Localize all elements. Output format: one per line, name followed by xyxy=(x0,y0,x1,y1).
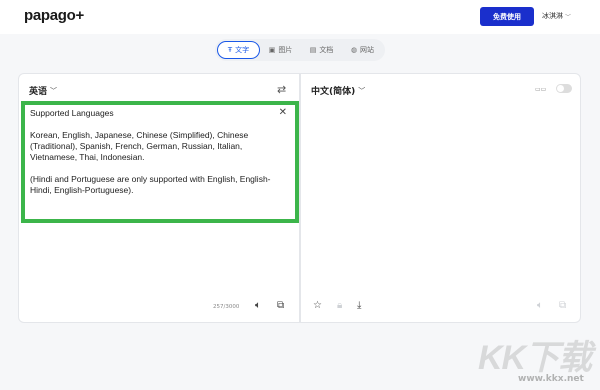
target-language-label: 中文(简体) xyxy=(311,87,356,97)
image-icon: ▣ xyxy=(268,46,276,54)
clear-text-icon[interactable]: ✕ xyxy=(279,107,287,118)
papago-logo[interactable]: papago+ xyxy=(24,7,84,24)
target-language-select[interactable]: 中文(简体) ﹀ xyxy=(311,84,366,98)
mode-tabs: Ŧ 文字 ▣ 图片 ▤ 文档 ◍ 网站 xyxy=(215,39,385,61)
tab-document-label: 文档 xyxy=(319,46,334,54)
download-icon[interactable]: ⤓ xyxy=(357,300,361,311)
tab-website[interactable]: ◍ 网站 xyxy=(342,41,383,59)
globe-icon: ◍ xyxy=(350,46,358,54)
text-icon: Ŧ xyxy=(227,46,233,54)
source-text-line: Supported Languages xyxy=(30,108,114,118)
document-icon: ▤ xyxy=(309,46,317,54)
source-text-line: (Hindi and Portuguese are only supported… xyxy=(30,174,271,195)
target-panel: 中文(简体) ﹀ ▭▭ ☆ 🔒︎ ⤓ 🔈︎ ⧉ xyxy=(300,73,581,323)
tab-image[interactable]: ▣ 图片 xyxy=(260,41,301,59)
chevron-down-icon: ﹀ xyxy=(358,86,366,95)
tab-website-label: 网站 xyxy=(360,46,375,54)
source-panel: 英语 ﹀ ⇄ Supported Languages Korean, Engli… xyxy=(18,73,300,323)
source-text-line: Korean, English, Japanese, Chinese (Simp… xyxy=(30,130,249,162)
honorific-toggle[interactable] xyxy=(556,84,572,93)
character-count: 257/3000 xyxy=(213,304,240,310)
tab-image-label: 图片 xyxy=(278,46,293,54)
honorific-icon: ▭▭ xyxy=(535,86,547,93)
star-icon[interactable]: ☆ xyxy=(313,300,322,311)
watermark-url: www.kkx.net xyxy=(518,374,584,384)
kkx-watermark: KK下载 www.kkx.net xyxy=(478,330,594,386)
lock-icon: 🔒︎ xyxy=(337,300,343,311)
free-use-button[interactable]: 免费使用 xyxy=(480,7,534,26)
tab-text-label: 文字 xyxy=(235,46,250,54)
source-text-input[interactable]: Supported Languages Korean, English, Jap… xyxy=(21,101,299,223)
copy-icon: ⧉ xyxy=(559,300,567,311)
watermark-mark: KK下载 xyxy=(478,339,592,377)
copy-icon[interactable]: ⧉ xyxy=(277,300,284,311)
tab-document[interactable]: ▤ 文档 xyxy=(301,41,342,59)
user-name: 冰淇淋 xyxy=(542,12,563,20)
tab-text[interactable]: Ŧ 文字 xyxy=(217,41,260,59)
source-language-label: 英语 xyxy=(29,87,48,97)
speaker-icon: 🔈︎ xyxy=(537,300,543,311)
swap-languages-icon[interactable]: ⇄ xyxy=(277,83,286,96)
top-bar: papago+ 免费使用 冰淇淋 ﹀ xyxy=(0,0,600,34)
chevron-down-icon: ﹀ xyxy=(50,86,58,95)
source-language-select[interactable]: 英语 ﹀ xyxy=(29,84,58,98)
speaker-icon[interactable]: 🔈︎ xyxy=(255,300,261,311)
user-menu[interactable]: 冰淇淋 ﹀ xyxy=(542,11,571,21)
chevron-down-icon: ﹀ xyxy=(565,13,572,21)
